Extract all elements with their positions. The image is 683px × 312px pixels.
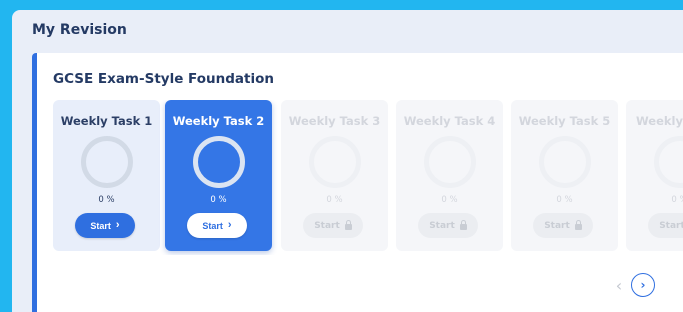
task-card-4: Weekly Task 4 0 % Start: [396, 100, 503, 251]
progress-ring: [81, 136, 133, 188]
start-label: Start: [544, 220, 570, 231]
start-label: Start: [202, 220, 223, 231]
lock-icon: [459, 220, 467, 230]
start-button-task-5-disabled: Start: [533, 213, 593, 238]
progress-ring: [539, 136, 591, 188]
task-card-6: Weekly Task 6 0 % Start: [626, 100, 683, 251]
task-progress: 0 %: [326, 195, 343, 205]
task-name: Weekly Task 6: [636, 114, 683, 128]
task-name: Weekly Task 4: [403, 114, 496, 128]
my-revision-panel: My Revision GCSE Exam-Style Foundation W…: [12, 10, 683, 312]
task-progress: 0 %: [556, 195, 573, 205]
task-name: Weekly Task 2: [172, 114, 265, 128]
progress-ring: [654, 136, 683, 188]
task-progress: 0 %: [671, 195, 683, 205]
lock-icon: [574, 220, 582, 230]
task-progress: 0 %: [210, 195, 227, 205]
task-card-3: Weekly Task 3 0 % Start: [281, 100, 388, 251]
start-label: Start: [314, 220, 340, 231]
progress-ring: [424, 136, 476, 188]
task-progress: 0 %: [98, 195, 115, 205]
lock-icon: [344, 220, 352, 230]
start-label: Start: [429, 220, 455, 231]
chevron-right-circle-icon[interactable]: ›: [631, 273, 655, 297]
chevron-right-icon: ›: [115, 219, 120, 231]
task-name: Weekly Task 3: [288, 114, 381, 128]
start-label: Start: [659, 220, 683, 231]
chevron-right-icon: ›: [227, 219, 232, 231]
start-label: Start: [90, 220, 111, 231]
card-accent-bar: [32, 53, 37, 312]
task-card-2[interactable]: Weekly Task 2 0 % Start ›: [165, 100, 272, 251]
start-button-task-1[interactable]: Start ›: [75, 213, 135, 238]
task-name: Weekly Task 5: [518, 114, 611, 128]
course-card: GCSE Exam-Style Foundation Weekly Task 1…: [32, 53, 683, 312]
task-carousel: Weekly Task 1 0 % Start › Weekly Task 2 …: [53, 100, 683, 255]
start-button-task-2[interactable]: Start ›: [187, 213, 247, 238]
task-progress: 0 %: [441, 195, 458, 205]
chevron-left-icon[interactable]: ‹: [612, 274, 626, 296]
progress-ring: [309, 136, 361, 188]
progress-ring: [193, 136, 245, 188]
task-card-5: Weekly Task 5 0 % Start: [511, 100, 618, 251]
start-button-task-4-disabled: Start: [418, 213, 478, 238]
course-title: GCSE Exam-Style Foundation: [53, 71, 274, 87]
start-button-task-6-disabled: Start: [648, 213, 683, 238]
start-button-task-3-disabled: Start: [303, 213, 363, 238]
page-title: My Revision: [32, 22, 127, 38]
task-card-1[interactable]: Weekly Task 1 0 % Start ›: [53, 100, 160, 251]
task-name: Weekly Task 1: [60, 114, 153, 128]
